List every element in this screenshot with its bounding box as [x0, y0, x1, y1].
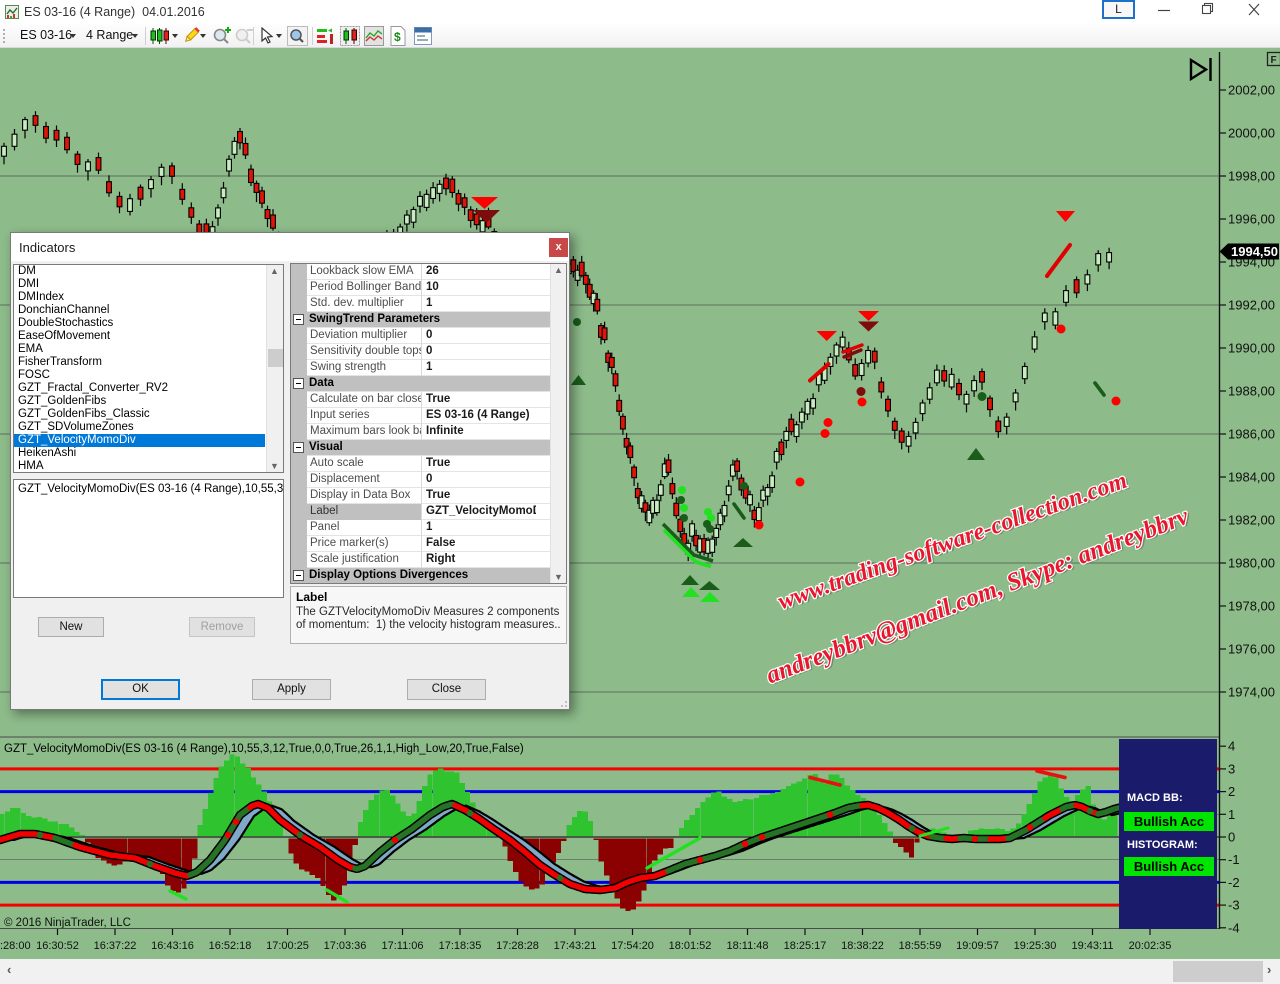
svg-text:1984,00: 1984,00 — [1228, 470, 1275, 485]
svg-text:1: 1 — [1228, 807, 1235, 822]
svg-text:1986,00: 1986,00 — [1228, 427, 1275, 442]
svg-text:2002,00: 2002,00 — [1228, 83, 1275, 98]
svg-text:16:52:18: 16:52:18 — [209, 940, 252, 952]
svg-text:F: F — [1271, 55, 1277, 66]
svg-text:GZT_VelocityMomoDiv(ES 03-16 (: GZT_VelocityMomoDiv(ES 03-16 (4 Range),1… — [4, 743, 524, 755]
svg-text:1988,00: 1988,00 — [1228, 384, 1275, 399]
svg-text:MACD BB:: MACD BB: — [1127, 792, 1183, 804]
svg-text:17:11:06: 17:11:06 — [381, 940, 423, 952]
svg-text:1976,00: 1976,00 — [1228, 642, 1275, 657]
svg-text:17:03:36: 17:03:36 — [324, 940, 367, 952]
svg-text:18:11:48: 18:11:48 — [726, 940, 768, 952]
svg-text:-1: -1 — [1228, 852, 1240, 867]
svg-text:17:28:28: 17:28:28 — [496, 940, 539, 952]
svg-text:-3: -3 — [1228, 898, 1240, 913]
svg-text:1982,00: 1982,00 — [1228, 513, 1275, 528]
svg-text:1994,50: 1994,50 — [1231, 244, 1278, 259]
svg-text:1990,00: 1990,00 — [1228, 341, 1275, 356]
svg-text:$: $ — [394, 30, 401, 44]
svg-text:16:43:16: 16:43:16 — [151, 940, 194, 952]
svg-text:18:55:59: 18:55:59 — [899, 940, 942, 952]
svg-text:17:18:35: 17:18:35 — [439, 940, 482, 952]
svg-text:19:09:57: 19:09:57 — [956, 940, 999, 952]
svg-text:1974,00: 1974,00 — [1228, 685, 1275, 700]
svg-text:1980,00: 1980,00 — [1228, 556, 1275, 571]
svg-text:17:43:21: 17:43:21 — [554, 940, 597, 952]
svg-text:18:38:22: 18:38:22 — [841, 940, 884, 952]
svg-text:4: 4 — [1228, 739, 1235, 754]
svg-text:1992,00: 1992,00 — [1228, 298, 1275, 313]
svg-text:18:25:17: 18:25:17 — [784, 940, 827, 952]
svg-text:20:02:35: 20:02:35 — [1129, 940, 1172, 952]
svg-text:1998,00: 1998,00 — [1228, 169, 1275, 184]
svg-text:17:54:20: 17:54:20 — [611, 940, 654, 952]
svg-text:2000,00: 2000,00 — [1228, 126, 1275, 141]
svg-text:19:25:30: 19:25:30 — [1014, 940, 1057, 952]
svg-text:2: 2 — [1228, 784, 1235, 799]
svg-text:16:30:52: 16:30:52 — [36, 940, 79, 952]
svg-text:16:37:22: 16:37:22 — [94, 940, 137, 952]
svg-text:1978,00: 1978,00 — [1228, 599, 1275, 614]
svg-text:18:01:52: 18:01:52 — [669, 940, 712, 952]
svg-text:HISTOGRAM:: HISTOGRAM: — [1127, 839, 1198, 851]
svg-text:1996,00: 1996,00 — [1228, 212, 1275, 227]
svg-text:-2: -2 — [1228, 875, 1240, 890]
svg-text:Bullish Acc: Bullish Acc — [1134, 859, 1204, 874]
svg-text:-4: -4 — [1228, 920, 1240, 935]
svg-text:Bullish Acc: Bullish Acc — [1134, 814, 1204, 829]
svg-text:19:43:11: 19:43:11 — [1071, 940, 1113, 952]
svg-text:3: 3 — [1228, 761, 1235, 776]
svg-text:0: 0 — [1228, 830, 1235, 845]
svg-text::28:00: :28:00 — [0, 940, 31, 952]
svg-text:17:00:25: 17:00:25 — [266, 940, 309, 952]
svg-text:© 2016 NinjaTrader, LLC: © 2016 NinjaTrader, LLC — [4, 917, 131, 929]
